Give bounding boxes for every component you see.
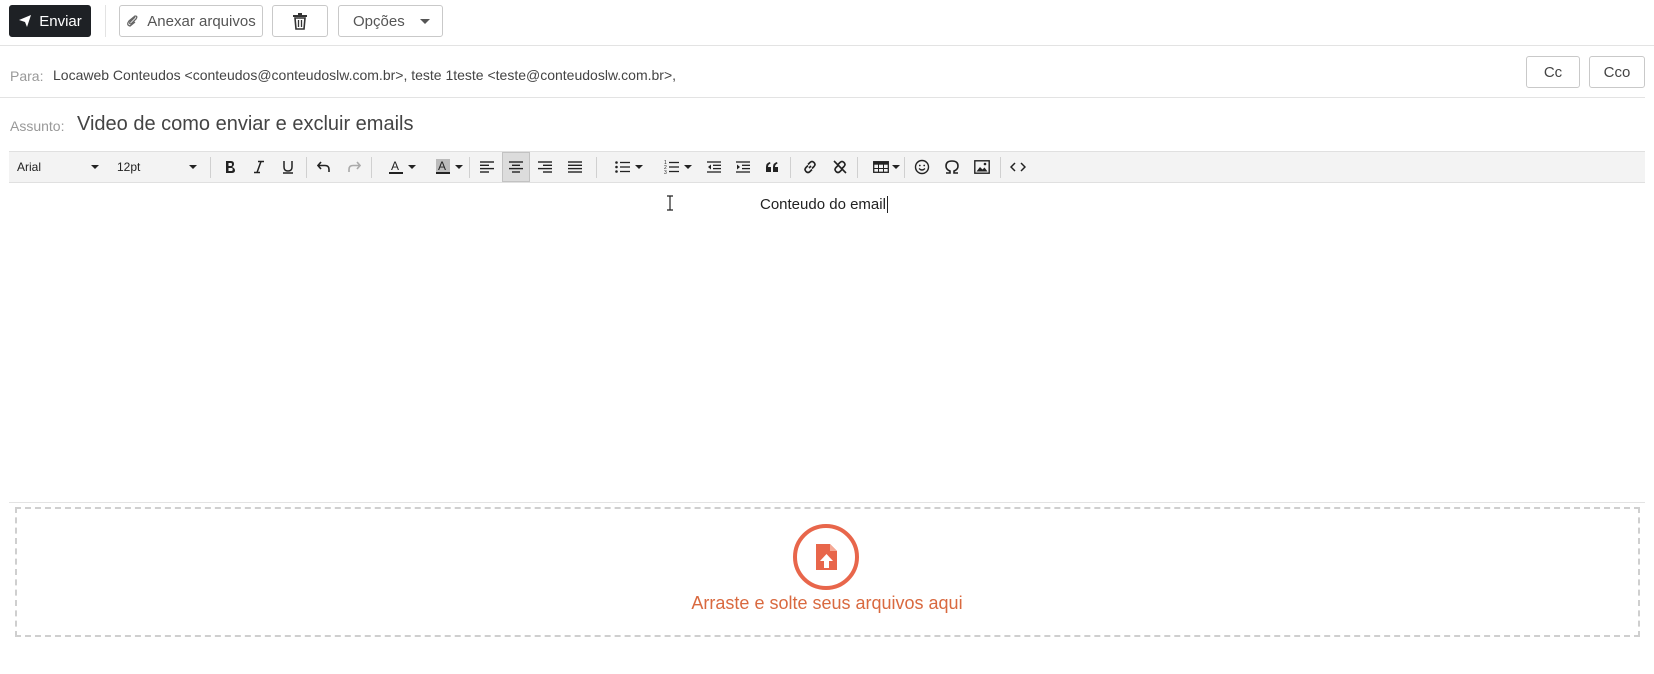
bullet-list-icon: [615, 161, 630, 173]
image-icon: [974, 160, 990, 174]
align-left-icon: [480, 161, 494, 173]
to-label: Para:: [10, 68, 44, 84]
send-icon: [19, 15, 32, 27]
font-family-value: Arial: [17, 160, 42, 174]
numbered-list-button[interactable]: 123: [652, 152, 692, 182]
toolbar-divider: [596, 157, 597, 178]
divider: [105, 5, 106, 37]
toolbar-divider: [371, 157, 372, 178]
text-color-icon: A: [389, 159, 403, 174]
chevron-down-icon: [684, 165, 692, 169]
subject-row: Assunto: Video de como enviar e excluir …: [0, 98, 1645, 150]
text-cursor-icon: [667, 195, 673, 211]
background-color-icon: A: [436, 159, 450, 174]
editor-content-area[interactable]: Conteudo do email: [9, 183, 1645, 503]
outdent-button[interactable]: [700, 152, 728, 182]
align-left-button[interactable]: [473, 152, 501, 182]
options-dropdown[interactable]: Opções: [338, 5, 443, 37]
toolbar-divider: [904, 157, 905, 178]
align-center-button[interactable]: [502, 152, 530, 182]
blockquote-icon: [766, 162, 778, 172]
indent-button[interactable]: [729, 152, 757, 182]
special-character-button[interactable]: [938, 152, 966, 182]
redo-button[interactable]: [340, 152, 368, 182]
attach-label: Anexar arquivos: [147, 12, 256, 30]
subject-field[interactable]: Video de como enviar e excluir emails: [77, 113, 413, 136]
align-right-button[interactable]: [531, 152, 559, 182]
align-center-icon: [509, 161, 523, 173]
chevron-down-icon: [892, 165, 900, 169]
align-right-icon: [538, 161, 552, 173]
dropzone-label: Arraste e solte seus arquivos aqui: [691, 593, 963, 613]
email-body-text[interactable]: Conteudo do email: [760, 196, 888, 213]
upload-file-icon: [793, 524, 859, 590]
undo-icon: [317, 161, 330, 172]
chevron-down-icon: [408, 165, 416, 169]
underline-icon: [283, 161, 293, 174]
source-code-icon: [1010, 162, 1026, 172]
svg-text:A: A: [438, 159, 446, 173]
subject-label: Assunto:: [10, 118, 65, 134]
editor-toolbar: Arial 12pt A A 1 2 3: [9, 151, 1645, 183]
to-row: Para: Locaweb Conteudos <conteudos@conte…: [0, 46, 1645, 98]
toolbar-divider: [857, 157, 858, 178]
trash-icon: [293, 13, 307, 30]
unlink-icon: [833, 160, 847, 174]
text-color-button[interactable]: A: [376, 152, 416, 182]
indent-icon: [736, 161, 750, 173]
send-label: Enviar: [39, 12, 82, 30]
italic-icon: [254, 160, 264, 174]
link-button[interactable]: [796, 152, 824, 182]
bullet-list-button[interactable]: [603, 152, 643, 182]
send-button[interactable]: Enviar: [9, 5, 91, 37]
justify-icon: [568, 161, 582, 173]
chevron-down-icon: [189, 165, 197, 169]
toolbar-divider: [790, 157, 791, 178]
background-color-button[interactable]: A: [423, 152, 463, 182]
unlink-button[interactable]: [826, 152, 854, 182]
compose-toolbar: Enviar Anexar arquivos Opções: [0, 0, 1654, 46]
attach-files-button[interactable]: Anexar arquivos: [119, 5, 263, 37]
blockquote-button[interactable]: [758, 152, 786, 182]
special-char-icon: [945, 160, 959, 174]
delete-button[interactable]: [272, 5, 328, 37]
svg-text:3: 3: [664, 170, 667, 174]
insert-image-button[interactable]: [968, 152, 996, 182]
emoticon-icon: [914, 159, 930, 175]
font-size-select[interactable]: 12pt: [117, 152, 201, 182]
underline-button[interactable]: [274, 152, 302, 182]
options-label: Opções: [353, 12, 405, 30]
outdent-icon: [707, 161, 721, 173]
toolbar-divider: [1000, 157, 1001, 178]
bold-icon: [226, 161, 235, 173]
svg-text:A: A: [391, 159, 399, 173]
undo-button[interactable]: [310, 152, 338, 182]
link-icon: [804, 160, 816, 174]
emoticon-button[interactable]: [908, 152, 936, 182]
toolbar-divider: [306, 157, 307, 178]
paperclip-icon: [127, 15, 138, 27]
to-recipients-field[interactable]: Locaweb Conteudos <conteudos@conteudoslw…: [53, 67, 676, 83]
redo-icon: [348, 161, 361, 172]
source-code-button[interactable]: [1004, 152, 1032, 182]
chevron-down-icon: [635, 165, 643, 169]
cco-button[interactable]: Cco: [1589, 56, 1645, 88]
font-family-select[interactable]: Arial: [17, 152, 103, 182]
cc-button[interactable]: Cc: [1526, 56, 1580, 88]
chevron-down-icon: [455, 165, 463, 169]
toolbar-divider: [469, 157, 470, 178]
chevron-down-icon: [420, 19, 430, 24]
numbered-list-icon: 123: [664, 160, 679, 174]
chevron-down-icon: [91, 165, 99, 169]
font-size-value: 12pt: [117, 160, 141, 174]
table-icon: [873, 161, 889, 173]
italic-button[interactable]: [245, 152, 273, 182]
toolbar-divider: [210, 157, 211, 178]
justify-button[interactable]: [561, 152, 589, 182]
table-button[interactable]: [862, 152, 900, 182]
bold-button[interactable]: [216, 152, 244, 182]
